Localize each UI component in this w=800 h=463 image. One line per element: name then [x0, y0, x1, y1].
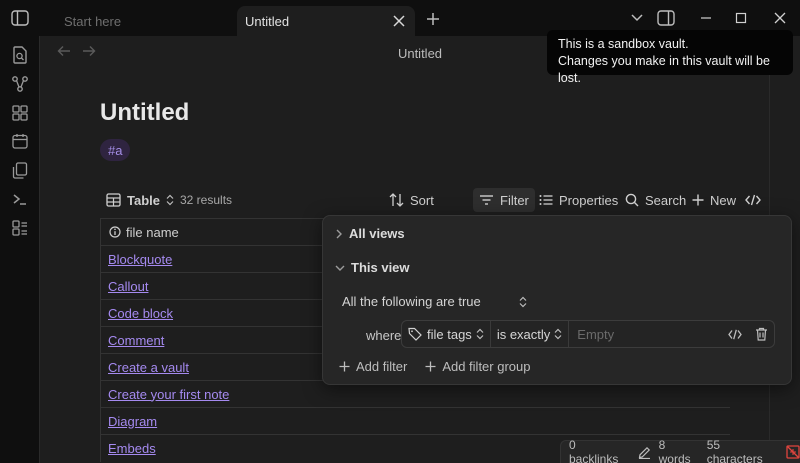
filter-icon	[479, 194, 494, 206]
bases-icon[interactable]	[10, 103, 30, 123]
file-link[interactable]: Code block	[108, 306, 173, 321]
terminal-icon[interactable]	[10, 189, 30, 209]
note-title[interactable]: Untitled	[100, 99, 189, 127]
results-count: 32 results	[180, 193, 233, 207]
calendar-icon[interactable]	[10, 131, 30, 151]
new-button[interactable]: New	[686, 188, 742, 212]
plus-icon	[692, 194, 704, 206]
filter-value-input[interactable]: Empty	[569, 327, 722, 342]
operator-label: is exactly	[496, 326, 551, 342]
filter-button[interactable]: Filter	[473, 188, 535, 212]
plus-icon	[425, 361, 436, 372]
tab-untitled[interactable]: Untitled	[237, 6, 415, 36]
sync-error-icon[interactable]	[786, 445, 800, 459]
word-count: 8 words	[658, 438, 691, 463]
minimize-icon[interactable]	[700, 12, 712, 24]
ribbon	[0, 36, 40, 463]
properties-label: Properties	[559, 192, 619, 208]
copy-files-icon[interactable]	[10, 160, 30, 180]
this-view-label: This view	[351, 260, 410, 275]
code-icon	[745, 194, 761, 206]
updown-chevron-icon	[519, 296, 527, 308]
add-filter-label: Add filter	[356, 359, 408, 374]
tab-label: Untitled	[245, 13, 290, 29]
properties-button[interactable]: Properties	[533, 188, 624, 212]
sidebar-toggle-icon[interactable]	[10, 9, 30, 27]
close-tab-icon[interactable]	[391, 13, 407, 29]
tab-label: Start here	[64, 13, 122, 29]
chevron-right-icon	[335, 229, 343, 239]
plus-icon	[339, 361, 350, 372]
conjunction-select[interactable]: All the following are true	[342, 294, 527, 309]
operator-select[interactable]: is exactly	[491, 321, 570, 347]
add-filter-button[interactable]: Add filter	[339, 359, 407, 374]
status-bar: 0 backlinks 8 words 55 characters	[560, 438, 800, 463]
all-views-section[interactable]: All views	[335, 226, 405, 241]
file-link[interactable]: Blockquote	[108, 252, 172, 267]
list-icon	[539, 194, 553, 206]
conjunction-label: All the following are true	[342, 294, 481, 309]
character-count: 55 characters	[706, 438, 763, 463]
maximize-icon[interactable]	[735, 12, 747, 24]
where-label: where	[366, 327, 402, 343]
trash-icon[interactable]	[748, 327, 774, 341]
table-row: Create your first note	[100, 381, 730, 408]
sort-button[interactable]: Sort	[383, 188, 440, 212]
tab-list-chevron-icon[interactable]	[630, 12, 644, 24]
view-name: Table	[127, 192, 160, 208]
file-link[interactable]: Create your first note	[108, 387, 229, 402]
updown-chevron-icon	[476, 328, 484, 340]
pencil-icon[interactable]	[638, 446, 651, 459]
sandbox-notice[interactable]: This is a sandbox vault. Changes you mak…	[547, 30, 793, 85]
search-icon	[625, 193, 639, 207]
column-header-label: file name	[126, 224, 179, 240]
updown-chevron-icon	[166, 194, 174, 206]
new-tab-icon[interactable]	[425, 11, 441, 27]
file-link[interactable]: Comment	[108, 333, 164, 348]
notice-line-2: Changes you make in this vault will be l…	[558, 54, 770, 85]
add-filter-group-button[interactable]: Add filter group	[425, 359, 530, 374]
property-label: file tags	[427, 326, 472, 342]
code-icon[interactable]	[722, 329, 748, 340]
code-view-button[interactable]	[739, 188, 767, 212]
filter-actions: Add filter Add filter group	[339, 359, 530, 374]
property-select[interactable]: file tags	[402, 321, 491, 347]
file-link[interactable]: Create a vault	[108, 360, 189, 375]
tag-pill[interactable]: #a	[100, 139, 131, 161]
info-icon	[109, 226, 121, 238]
file-link[interactable]: Callout	[108, 279, 148, 294]
this-view-section[interactable]: This view	[335, 260, 410, 275]
file-link[interactable]: Embeds	[108, 441, 156, 456]
filter-condition: file tags is exactly Empty	[401, 320, 775, 348]
close-window-icon[interactable]	[774, 12, 786, 24]
new-label: New	[710, 192, 737, 208]
table-row: Diagram	[100, 408, 730, 435]
tags-icon	[408, 327, 423, 341]
all-views-label: All views	[349, 226, 405, 241]
sort-arrows-icon	[389, 193, 404, 207]
table-icon	[106, 193, 121, 207]
add-filter-group-label: Add filter group	[442, 359, 531, 374]
templates-icon[interactable]	[10, 218, 30, 238]
graph-view-icon[interactable]	[10, 74, 30, 94]
tab-start-here[interactable]: Start here	[50, 6, 236, 36]
right-sidebar-toggle-icon[interactable]	[657, 10, 675, 26]
base-toolbar: Table 32 results Sort Filter Properties	[100, 188, 761, 212]
chevron-down-icon	[335, 264, 345, 272]
quick-switcher-icon[interactable]	[10, 45, 30, 65]
view-selector-button[interactable]: Table	[100, 188, 180, 212]
search-button[interactable]: Search	[619, 188, 692, 212]
filter-label: Filter	[500, 192, 529, 208]
backlinks-count[interactable]: 0 backlinks	[569, 438, 626, 463]
search-label: Search	[645, 192, 687, 208]
updown-chevron-icon	[554, 328, 562, 340]
file-link[interactable]: Diagram	[108, 414, 157, 429]
filter-popover: All views This view All the following ar…	[322, 215, 792, 385]
notice-line-1: This is a sandbox vault.	[558, 37, 689, 51]
filter-row: where file tags is exactly Empty	[366, 320, 775, 348]
sort-label: Sort	[410, 192, 434, 208]
